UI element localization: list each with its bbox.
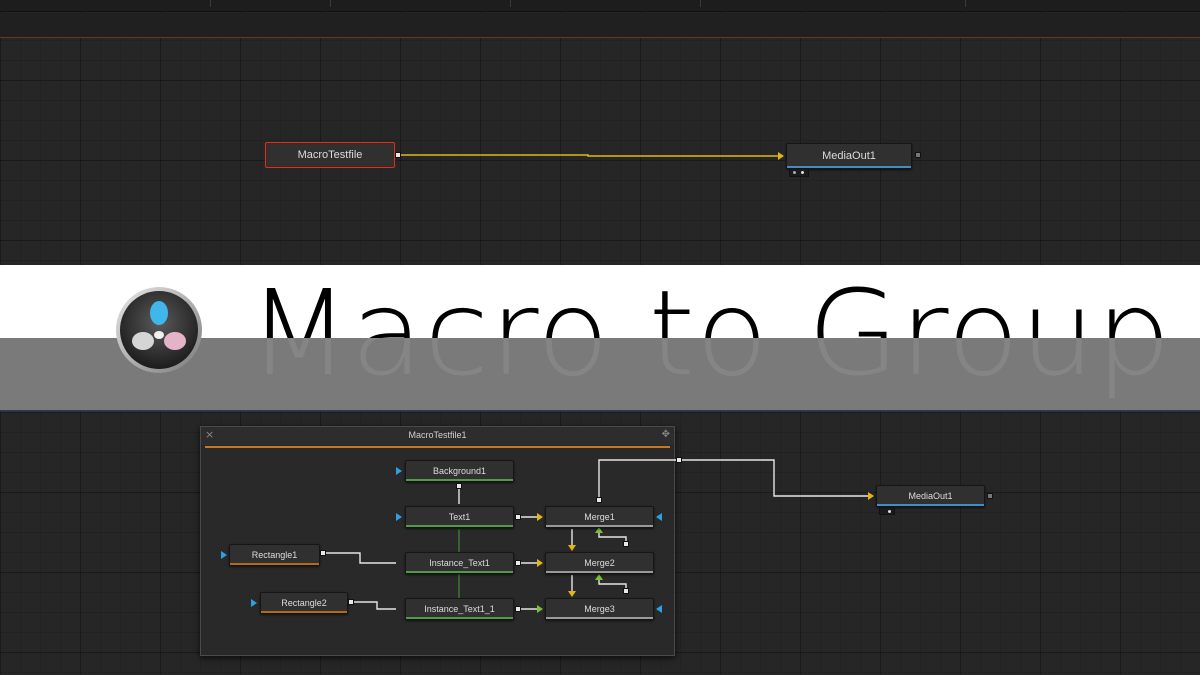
node-merge2[interactable]: Merge2	[545, 552, 654, 574]
input-arrow-icon[interactable]	[251, 599, 257, 607]
top-node-editor[interactable]: MacroTestfile MediaOut1	[0, 0, 1200, 265]
node-stripe	[406, 571, 513, 573]
node-merge3[interactable]: Merge3	[545, 598, 654, 620]
output-port[interactable]	[515, 560, 521, 566]
output-port[interactable]	[515, 514, 521, 520]
node-label: Rectangle1	[251, 550, 298, 560]
node-label: Merge2	[584, 558, 615, 568]
node-label: MediaOut1	[908, 491, 953, 501]
bottom-node-editor[interactable]: × MacroTestfile1 ✥ Background1 Text1 Ins…	[0, 410, 1200, 675]
node-label: MacroTestfile	[297, 149, 363, 161]
input-arrow-icon[interactable]	[396, 513, 402, 521]
output-port[interactable]	[623, 588, 629, 594]
output-port[interactable]	[623, 541, 629, 547]
node-label: Instance_Text1	[429, 558, 490, 568]
node-stripe	[261, 611, 347, 613]
node-label: Merge1	[584, 512, 615, 522]
group-output-port[interactable]	[676, 457, 682, 463]
node-instance-text1-1[interactable]: Instance_Text1_1	[405, 598, 514, 620]
output-port[interactable]	[456, 483, 462, 489]
input-arrow-icon[interactable]	[396, 467, 402, 475]
output-port[interactable]	[395, 152, 401, 158]
output-port[interactable]	[320, 550, 326, 556]
node-label: Text1	[448, 512, 471, 522]
banner-title: Macro to Group	[248, 264, 1172, 402]
link-macro-to-mediaout	[399, 154, 778, 157]
output-port[interactable]	[596, 497, 602, 503]
output-port[interactable]	[987, 493, 993, 499]
node-stripe	[406, 525, 513, 527]
node-stripe	[546, 617, 653, 619]
view-indicator[interactable]	[789, 168, 809, 177]
output-port[interactable]	[515, 606, 521, 612]
davinci-resolve-logo-icon	[114, 285, 204, 375]
input-arrow-icon[interactable]	[656, 513, 662, 521]
node-mediaout1[interactable]: MediaOut1	[786, 143, 912, 169]
node-label: Rectangle2	[281, 598, 327, 608]
node-label: Background1	[432, 466, 487, 476]
output-port[interactable]	[348, 599, 354, 605]
node-label: MediaOut1	[822, 150, 876, 162]
node-stripe	[546, 571, 653, 573]
node-stripe	[546, 525, 653, 527]
node-mediaout1[interactable]: MediaOut1	[876, 485, 985, 507]
view-indicator[interactable]	[879, 507, 895, 515]
node-macrotestfile[interactable]: MacroTestfile	[265, 142, 395, 168]
node-stripe	[406, 617, 513, 619]
node-merge1[interactable]: Merge1	[545, 506, 654, 528]
node-label: Merge3	[584, 604, 615, 614]
node-stripe	[877, 504, 984, 506]
node-text1[interactable]: Text1	[405, 506, 514, 528]
top-links	[399, 152, 784, 160]
input-arrow-icon[interactable]	[221, 551, 227, 559]
input-arrow-icon[interactable]	[656, 605, 662, 613]
bottom-links	[324, 459, 874, 613]
node-rectangle2[interactable]: Rectangle2	[260, 592, 348, 614]
node-instance-text1[interactable]: Instance_Text1	[405, 552, 514, 574]
node-background1[interactable]: Background1	[405, 460, 514, 482]
node-stripe	[406, 479, 513, 481]
link-arrow	[778, 152, 784, 160]
node-label: Instance_Text1_1	[424, 604, 495, 614]
node-rectangle1[interactable]: Rectangle1	[229, 544, 320, 566]
output-port[interactable]	[915, 152, 921, 158]
node-stripe	[230, 563, 319, 565]
